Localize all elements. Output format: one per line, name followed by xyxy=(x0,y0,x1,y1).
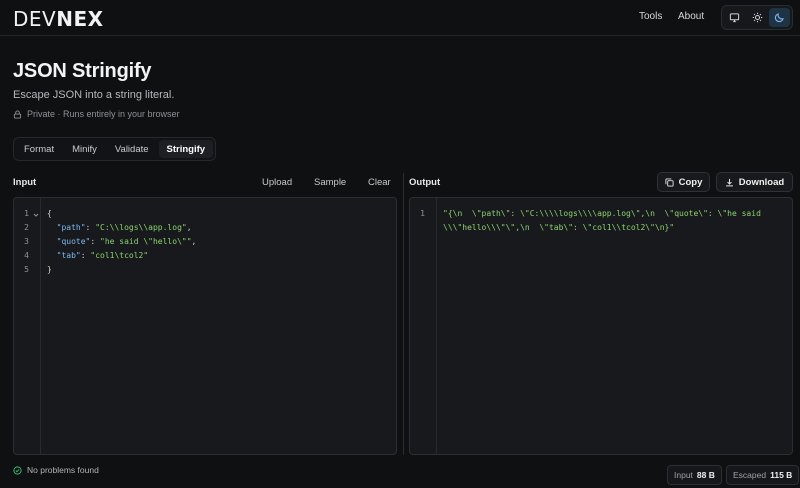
code-line: "tab": "col1\tcol2" xyxy=(56,251,149,260)
output-text-line: "{\n \"path\": \"C:\\\\logs\\\\app.log\"… xyxy=(443,209,761,218)
copy-label: Copy xyxy=(678,176,703,188)
json-key: "quote" xyxy=(56,237,91,246)
top-bar: DEVNEX Tools About xyxy=(0,0,800,36)
open-brace: { xyxy=(47,209,52,218)
moon-icon xyxy=(775,13,784,23)
download-icon xyxy=(725,178,733,186)
json-key: "path" xyxy=(56,223,86,232)
theme-switcher xyxy=(721,5,793,30)
tab-minify[interactable]: Minify xyxy=(64,140,105,158)
input-size-value: 88 B xyxy=(696,470,715,480)
line-number: 1 xyxy=(420,209,425,218)
theme-dark-button[interactable] xyxy=(769,8,791,27)
input-editor[interactable]: 1 2 3 4 5 { "path": "C:\\logs\\app.log",… xyxy=(13,197,397,455)
panel-divider xyxy=(403,173,404,455)
lock-icon xyxy=(13,109,22,119)
escaped-size-label: Escaped xyxy=(733,470,767,480)
json-value: "col1\tcol2" xyxy=(90,251,149,260)
output-gutter: 1 xyxy=(410,198,437,454)
escaped-size-value: 115 B xyxy=(770,470,793,480)
line-number: 1 xyxy=(24,209,29,218)
privacy-note: Private · Runs entirely in your browser xyxy=(13,109,180,119)
page-subtitle: Escape JSON into a string literal. xyxy=(13,89,175,101)
code-line: { xyxy=(47,209,52,218)
output-panel-label: Output xyxy=(409,177,441,188)
privacy-text: Private · Runs entirely in your browser xyxy=(27,109,180,119)
page-title: JSON Stringify xyxy=(13,60,152,82)
mode-tabs: Format Minify Validate Stringify xyxy=(13,137,217,161)
validation-status: No problems found xyxy=(13,465,99,475)
escaped-size-badge: Escaped 115 B xyxy=(726,465,800,485)
line-number: 4 xyxy=(24,251,29,260)
code-line: } xyxy=(47,265,52,274)
theme-system-button[interactable] xyxy=(724,8,745,27)
code-line: "path": "C:\\logs\\app.log", xyxy=(56,223,192,232)
download-label: Download xyxy=(738,176,785,188)
tab-format[interactable]: Format xyxy=(16,140,62,158)
line-number: 2 xyxy=(24,223,29,232)
status-message: No problems found xyxy=(27,465,99,475)
json-value: "he said \"hello\"" xyxy=(100,237,192,246)
input-gutter: 1 2 3 4 5 xyxy=(14,198,41,454)
nav-about-link[interactable]: About xyxy=(678,11,704,22)
fold-chevron-icon[interactable] xyxy=(33,212,39,218)
json-value: "C:\\logs\\app.log" xyxy=(95,223,187,232)
logo-prefix: DEV xyxy=(13,7,57,31)
close-brace: } xyxy=(47,265,52,274)
output-editor[interactable]: 1 "{\n \"path\": \"C:\\\\logs\\\\app.log… xyxy=(409,197,793,455)
sun-icon xyxy=(752,12,762,23)
theme-light-button[interactable] xyxy=(747,8,768,27)
tab-stringify[interactable]: Stringify xyxy=(158,140,214,158)
tab-validate[interactable]: Validate xyxy=(107,140,157,158)
code-line: "quote": "he said \"hello\"", xyxy=(56,237,197,246)
line-number: 5 xyxy=(24,265,29,274)
check-circle-icon xyxy=(13,465,22,475)
input-panel-label: Input xyxy=(13,177,37,188)
json-key: "tab" xyxy=(56,251,81,260)
download-button[interactable]: Download xyxy=(716,172,793,192)
nav-tools-link[interactable]: Tools xyxy=(639,11,662,22)
monitor-icon xyxy=(729,13,739,23)
sample-button[interactable]: Sample xyxy=(314,177,346,188)
line-number: 3 xyxy=(24,237,29,246)
input-size-badge: Input 88 B xyxy=(667,465,722,485)
copy-button[interactable]: Copy xyxy=(657,172,710,192)
logo[interactable]: DEVNEX xyxy=(13,7,104,31)
upload-button[interactable]: Upload xyxy=(262,177,292,188)
input-size-label: Input xyxy=(674,470,693,480)
copy-icon xyxy=(665,177,674,187)
output-text-line: \\\"hello\\\"\",\n \"tab\": \"col1\\tcol… xyxy=(443,223,675,232)
logo-suffix: NEX xyxy=(56,7,104,31)
clear-button[interactable]: Clear xyxy=(368,177,391,188)
